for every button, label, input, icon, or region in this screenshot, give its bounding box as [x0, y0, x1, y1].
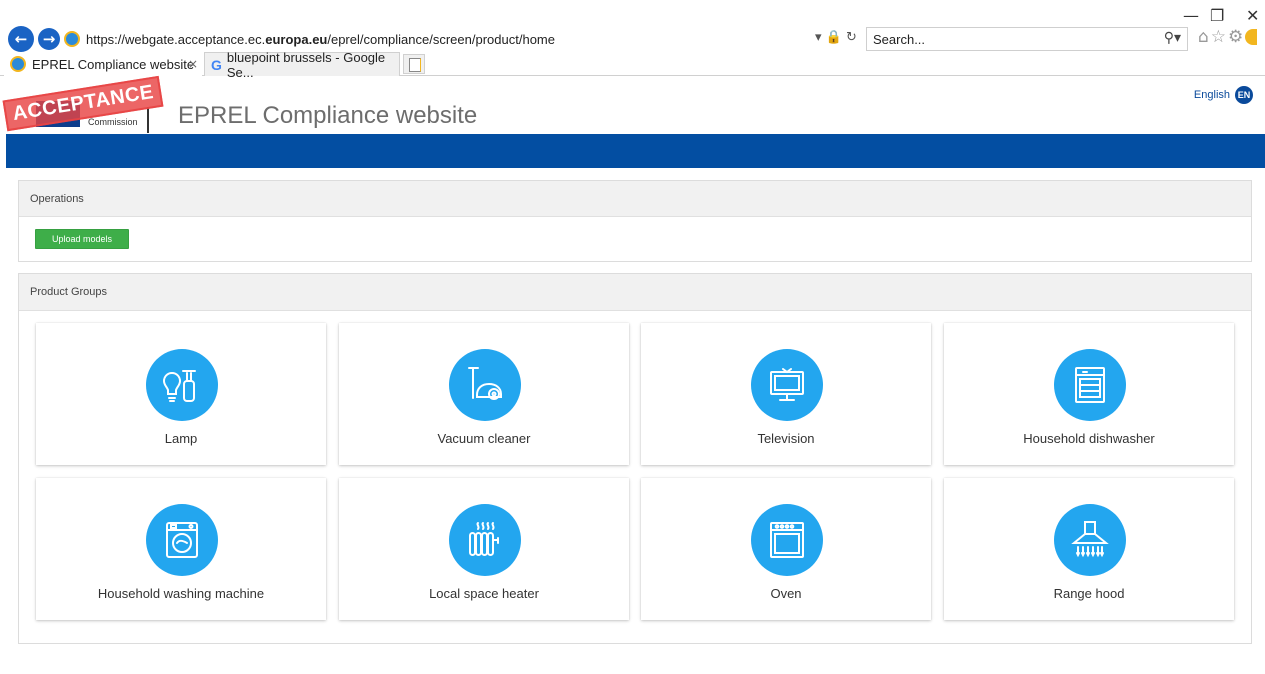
language-label: English: [1193, 89, 1230, 101]
back-button-icon[interactable]: ←: [8, 26, 34, 52]
product-card-television[interactable]: Television: [641, 323, 931, 465]
space-heater-icon: [449, 504, 521, 576]
product-card-household-dishwasher[interactable]: Household dishwasher: [944, 323, 1234, 465]
tab-label: bluepoint brussels - Google Se...: [226, 49, 386, 80]
product-label: Television: [757, 431, 815, 446]
product-label: Household washing machine: [97, 586, 265, 601]
search-placeholder: Search...: [873, 32, 926, 47]
product-card-household-washing-machine[interactable]: Household washing machine: [36, 478, 326, 620]
tab-eprel[interactable]: EPREL Compliance website ×: [4, 52, 202, 76]
product-label: Lamp: [164, 431, 198, 446]
dropdown-icon[interactable]: ▾: [815, 30, 822, 45]
forward-button-icon[interactable]: →: [38, 28, 60, 50]
browser-search-input[interactable]: Search... ⚲▾: [866, 27, 1188, 51]
product-card-oven[interactable]: Oven: [641, 478, 931, 620]
tab-google[interactable]: G bluepoint brussels - Google Se...: [204, 50, 400, 80]
product-card-vacuum-cleaner[interactable]: Vacuum cleaner: [339, 323, 629, 465]
navigation-band: [6, 134, 1265, 168]
new-tab-button[interactable]: [403, 54, 425, 74]
product-groups-panel: Product Groups Lamp Vacuum cleaner Telev…: [18, 273, 1252, 644]
product-label: Oven: [770, 586, 802, 601]
home-icon[interactable]: ⌂: [1198, 27, 1211, 47]
site-header: Commission ACCEPTANCE EPREL Compliance w…: [0, 75, 1265, 134]
url-prefix: https://webgate.acceptance.ec.: [86, 31, 266, 47]
logo-divider: [147, 107, 149, 133]
ie-tab-icon: [10, 56, 26, 72]
language-selector[interactable]: English EN: [1194, 86, 1253, 104]
washing-machine-icon: [146, 504, 218, 576]
product-label: Household dishwasher: [1023, 431, 1155, 446]
range-hood-icon: [1054, 504, 1126, 576]
product-label: Local space heater: [429, 586, 539, 601]
product-label: Range hood: [1053, 586, 1125, 601]
browser-toolbar-icons: ⌂☆⚙: [1198, 27, 1258, 47]
television-icon: [751, 349, 823, 421]
address-actions[interactable]: ▾ 🔒 ↻: [815, 30, 857, 45]
close-tab-icon[interactable]: ×: [188, 57, 198, 71]
favorites-star-icon[interactable]: ☆: [1211, 27, 1228, 47]
oven-icon: [751, 504, 823, 576]
tab-label: EPREL Compliance website: [32, 56, 195, 72]
vacuum-cleaner-icon: [449, 349, 521, 421]
refresh-icon[interactable]: ↻: [846, 30, 857, 45]
settings-gear-icon[interactable]: ⚙: [1228, 27, 1245, 47]
language-badge-icon: EN: [1235, 86, 1253, 104]
address-bar[interactable]: https://webgate.acceptance.ec. europa.eu /…: [64, 28, 864, 50]
ie-favicon-icon: [64, 31, 80, 47]
lock-icon[interactable]: 🔒: [826, 30, 842, 45]
logo-text: Commission: [88, 117, 138, 127]
product-card-lamp[interactable]: Lamp: [36, 323, 326, 465]
close-window-button[interactable]: ✕: [1246, 6, 1259, 25]
product-card-range-hood[interactable]: Range hood: [944, 478, 1234, 620]
url-domain: europa.eu: [265, 31, 328, 47]
dishwasher-icon: [1054, 349, 1126, 421]
product-card-local-space-heater[interactable]: Local space heater: [339, 478, 629, 620]
page-title: EPREL Compliance website: [178, 102, 478, 129]
product-label: Vacuum cleaner: [437, 431, 531, 446]
product-groups-heading: Product Groups: [19, 274, 1251, 311]
search-icon[interactable]: ⚲▾: [1164, 30, 1181, 46]
operations-heading: Operations: [19, 181, 1251, 217]
lamp-icon: [146, 349, 218, 421]
operations-panel: Operations Upload models: [18, 180, 1252, 262]
tab-bar: EPREL Compliance website × G bluepoint b…: [0, 50, 1265, 80]
minimize-button[interactable]: —: [1183, 6, 1199, 25]
url-path: /eprel/compliance/screen/product/home: [327, 31, 555, 47]
browser-chrome: — ❐ ✕ ← → https://webgate.acceptance.ec.…: [0, 0, 1265, 80]
upload-models-button[interactable]: Upload models: [35, 229, 129, 249]
restore-button[interactable]: ❐: [1210, 6, 1224, 25]
google-icon: G: [211, 56, 222, 73]
feedback-smiley-icon[interactable]: [1245, 29, 1258, 45]
